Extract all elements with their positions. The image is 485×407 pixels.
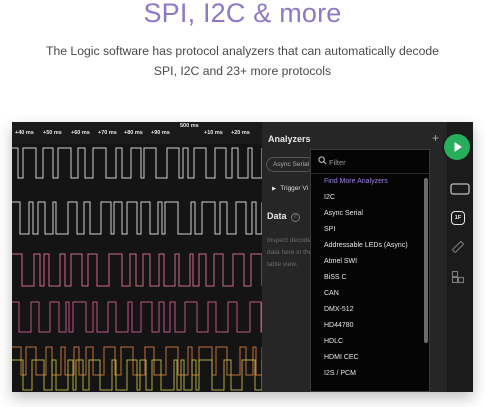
analyzer-1f-icon[interactable]: 1F xyxy=(451,211,465,225)
help-icon[interactable]: ? xyxy=(290,213,300,222)
find-more-analyzers-link[interactable]: Find More Analyzers xyxy=(311,174,423,190)
tick-label: +90 ms xyxy=(151,130,170,136)
logic-app-window: +40 ms +50 ms +60 ms +70 ms +80 ms +90 m… xyxy=(12,122,473,392)
measure-icon[interactable] xyxy=(451,240,465,254)
waveform-viewer[interactable]: +40 ms +50 ms +60 ms +70 ms +80 ms +90 m… xyxy=(12,122,262,392)
filter-input[interactable] xyxy=(329,155,419,169)
option-atmel-swi[interactable]: Atmel SWI xyxy=(311,254,423,270)
page-subtitle: The Logic software has protocol analyzer… xyxy=(46,44,439,78)
option-i2c[interactable]: I2C xyxy=(311,190,423,206)
play-button[interactable] xyxy=(444,134,470,160)
analyzer-options: Find More Analyzers I2C Async Serial SPI… xyxy=(311,174,423,382)
waveform-traces xyxy=(12,147,262,391)
inspect-hint: Inspect decoded data here in the table v… xyxy=(267,237,315,268)
option-async-serial[interactable]: Async Serial xyxy=(311,206,423,222)
signal-trace xyxy=(12,359,262,391)
extensions-icon[interactable] xyxy=(451,270,465,284)
option-can[interactable]: CAN xyxy=(311,286,423,302)
option-dmx-512[interactable]: DMX-512 xyxy=(311,302,423,318)
search-icon xyxy=(318,156,327,165)
signal-trace xyxy=(12,201,262,235)
tick-label: +60 ms xyxy=(71,130,90,136)
tick-label: +10 ms xyxy=(204,130,223,136)
option-hdlc[interactable]: HDLC xyxy=(311,334,423,350)
signal-trace xyxy=(12,301,262,333)
analyzer-chip[interactable]: Async Serial xyxy=(266,157,314,172)
analyzers-title: Analyzers xyxy=(268,134,311,144)
tick-label: +50 ms xyxy=(43,130,62,136)
scrollbar-thumb[interactable] xyxy=(424,178,428,343)
chevron-right-icon: ▶ xyxy=(272,186,277,192)
option-i2s-pcm[interactable]: I2S / PCM xyxy=(311,366,423,382)
data-title: Data xyxy=(267,211,287,221)
trigger-label: Trigger Vi xyxy=(280,185,309,192)
option-hd44780[interactable]: HD44780 xyxy=(311,318,423,334)
tick-label: +80 ms xyxy=(124,130,143,136)
data-section-title: Data? xyxy=(267,211,300,222)
time-ruler[interactable]: +40 ms +50 ms +60 ms +70 ms +80 ms +90 m… xyxy=(12,122,262,144)
signal-trace xyxy=(12,147,262,179)
tick-label: +20 ms xyxy=(231,130,250,136)
option-hdmi-cec[interactable]: HDMI CEC xyxy=(311,350,423,366)
filter-bar xyxy=(311,150,429,174)
tick-label: +40 ms xyxy=(15,130,34,136)
tick-label: +70 ms xyxy=(98,130,117,136)
signal-trace xyxy=(12,253,262,287)
device-icon[interactable] xyxy=(449,182,471,196)
plus-icon[interactable]: + xyxy=(432,131,439,145)
time-marker-label: 500 ms xyxy=(180,123,199,129)
option-biss-c[interactable]: BiSS C xyxy=(311,270,423,286)
option-spi[interactable]: SPI xyxy=(311,222,423,238)
page-title: SPI, I2C & more xyxy=(143,0,342,28)
dropdown-scrollbar[interactable] xyxy=(424,178,428,389)
trigger-view-toggle[interactable]: ▶ Trigger Vi xyxy=(272,185,308,192)
analyzer-dropdown: Find More Analyzers I2C Async Serial SPI… xyxy=(310,149,430,392)
play-icon xyxy=(454,142,462,152)
option-addressable-leds[interactable]: Addressable LEDs (Async) xyxy=(311,238,423,254)
right-toolbar xyxy=(447,122,473,392)
